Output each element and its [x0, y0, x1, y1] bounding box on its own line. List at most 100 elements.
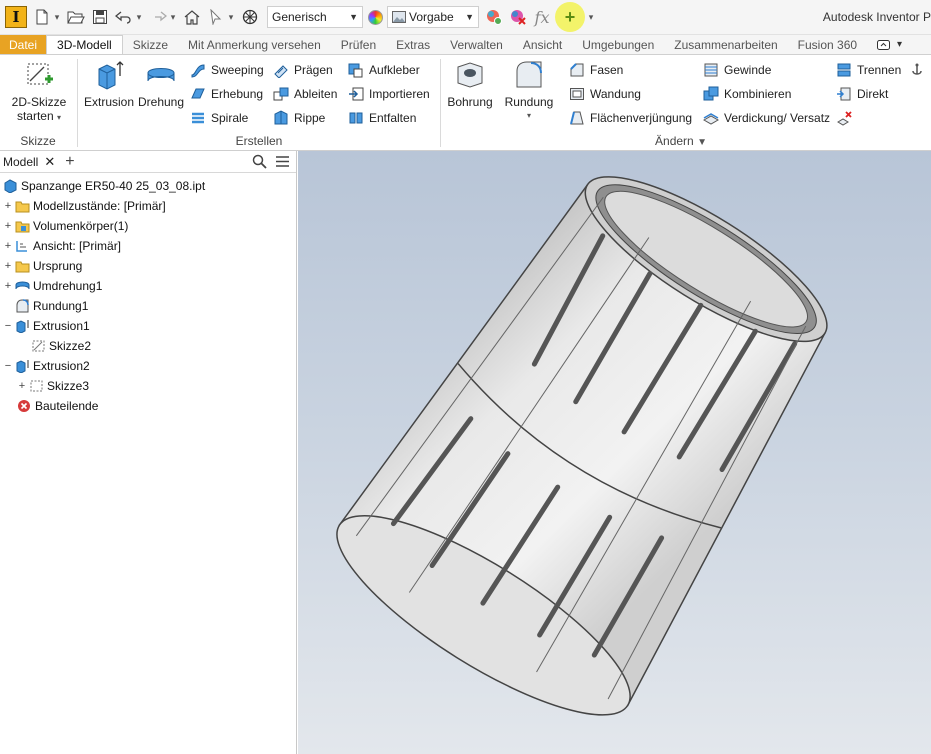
tree-item-label: Skizze2 — [49, 339, 92, 353]
tree-item-ansicht[interactable]: + Ansicht: [Primär] — [3, 236, 121, 256]
search-icon[interactable] — [252, 154, 267, 169]
flaechenverjuengung-button[interactable]: Flächenverjüngung — [569, 108, 692, 128]
ableiten-button[interactable]: Ableiten — [273, 84, 337, 104]
new-dropdown-icon[interactable]: ▾ — [53, 7, 61, 27]
clear-appearance-icon[interactable] — [509, 7, 527, 27]
add-custom-command-icon[interactable]: + — [555, 2, 585, 32]
add-browser-tab-icon[interactable]: + — [65, 153, 74, 171]
tab-ansicht[interactable]: Ansicht — [513, 35, 572, 54]
undo-icon[interactable] — [115, 7, 133, 27]
kombinieren-button[interactable]: Kombinieren — [703, 84, 791, 104]
wandung-button[interactable]: Wandung — [569, 84, 641, 104]
entfalten-button[interactable]: Entfalten — [348, 108, 416, 128]
tree-item-skizze2[interactable]: Skizze2 — [31, 336, 91, 356]
tree-item-ursprung[interactable]: + Ursprung — [3, 256, 83, 276]
erhebung-button[interactable]: Erhebung — [190, 84, 263, 104]
tab-datei[interactable]: Datei — [0, 35, 47, 54]
end-of-part-icon — [18, 400, 30, 412]
trennen-button[interactable]: Trennen — [836, 60, 901, 80]
tree-item-rundung1[interactable]: Rundung1 — [15, 296, 88, 316]
tree-item-umdrehung1[interactable]: + Umdrehung1 — [3, 276, 103, 296]
tree-item-volumenkoerper[interactable]: + Volumenkörper(1) — [3, 216, 129, 236]
tab-fusion-360[interactable]: Fusion 360 — [788, 35, 867, 54]
color-override-icon[interactable] — [368, 9, 383, 25]
tree-item-part[interactable]: Spanzange ER50-40 25_03_08.ipt — [3, 176, 205, 196]
tab-umgebungen[interactable]: Umgebungen — [572, 35, 664, 54]
tab-pruefen[interactable]: Prüfen — [331, 35, 386, 54]
drehung-button[interactable]: Drehung — [136, 59, 186, 109]
unfold-extra-button[interactable] — [909, 60, 930, 80]
new-file-icon[interactable] — [33, 7, 51, 27]
tab-mit-anmerkung-versehen[interactable]: Mit Anmerkung versehen — [178, 35, 331, 54]
adjust-appearance-icon[interactable] — [485, 7, 503, 27]
expand-plus-icon[interactable]: + — [3, 280, 13, 292]
fillet-icon — [516, 61, 542, 88]
undo-dropdown-icon[interactable]: ▾ — [135, 7, 143, 27]
tab-zusammenarbeiten[interactable]: Zusammenarbeiten — [664, 35, 787, 54]
folder-icon — [15, 261, 30, 273]
combine-icon — [703, 86, 719, 101]
save-icon[interactable] — [91, 7, 109, 27]
tab-3d-modell[interactable]: 3D-Modell — [46, 35, 123, 54]
tree-item-extrusion1[interactable]: − Extrusion1 — [3, 316, 90, 336]
expand-plus-icon[interactable]: + — [3, 240, 13, 252]
expand-plus-icon[interactable]: + — [17, 380, 27, 392]
graphics-viewport[interactable] — [298, 151, 931, 754]
tab-skizze[interactable]: Skizze — [123, 35, 178, 54]
importieren-label: Importieren — [369, 87, 430, 101]
menu-icon[interactable] — [275, 155, 290, 168]
home-icon[interactable] — [183, 7, 201, 27]
fasen-label: Fasen — [590, 63, 624, 77]
collet-3d-model[interactable] — [298, 151, 931, 754]
app-logo[interactable]: I — [5, 6, 27, 28]
direkt-button[interactable]: Direkt — [836, 84, 888, 104]
tree-item-modellzustaende[interactable]: + Modellzustände: [Primär] — [3, 196, 166, 216]
sketch-feature-icon — [32, 340, 45, 352]
select-dropdown-icon[interactable]: ▾ — [227, 7, 235, 27]
material-select[interactable]: Vorgabe ▼ — [387, 6, 479, 28]
expand-plus-icon[interactable]: + — [3, 220, 13, 232]
collapse-minus-icon[interactable]: − — [3, 360, 13, 372]
select-cursor-icon[interactable] — [207, 7, 225, 27]
material-browser-icon[interactable] — [241, 7, 259, 27]
fasen-button[interactable]: Fasen — [569, 60, 623, 80]
open-folder-icon[interactable] — [67, 7, 85, 27]
revolve-feature-icon — [15, 281, 30, 290]
appearance-select[interactable]: Generisch ▼ — [267, 6, 363, 28]
rundung-label: Rundung — [504, 95, 554, 109]
praegen-button[interactable]: Prägen — [273, 60, 333, 80]
expand-plus-icon[interactable]: + — [3, 200, 13, 212]
importieren-button[interactable]: Importieren — [348, 84, 430, 104]
extrusion-button[interactable]: Extrusion — [82, 59, 136, 109]
tree-item-bauteilende[interactable]: Bauteilende — [17, 396, 98, 416]
rippe-button[interactable]: Rippe — [273, 108, 325, 128]
customize-qat-dropdown-icon[interactable]: ▾ — [587, 7, 595, 27]
tab-extras[interactable]: Extras — [386, 35, 440, 54]
gewinde-button[interactable]: Gewinde — [703, 60, 771, 80]
ableiten-label: Ableiten — [294, 87, 338, 101]
tree-item-label: Ansicht: [Primär] — [33, 239, 122, 253]
start-2d-sketch-button[interactable]: 2D-Skizze starten ▾ — [8, 59, 70, 125]
group-erstellen: Extrusion Drehung Sweeping Erhebung Spir… — [78, 55, 440, 151]
tree-item-extrusion2[interactable]: − Extrusion2 — [3, 356, 90, 376]
tree-item-skizze3[interactable]: + Skizze3 — [17, 376, 89, 396]
aufkleber-button[interactable]: Aufkleber — [348, 60, 420, 80]
spirale-button[interactable]: Spirale — [190, 108, 248, 128]
parameters-fx-icon[interactable]: fx — [533, 7, 551, 27]
bohrung-button[interactable]: Bohrung — [443, 59, 497, 109]
verdickung-versatz-button[interactable]: Verdickung/ Versatz — [703, 108, 830, 128]
delete-face-button[interactable] — [836, 108, 857, 128]
image-icon — [392, 11, 406, 23]
close-icon[interactable]: ✕ — [44, 154, 55, 170]
group-label-aendern[interactable]: Ändern ▼ — [501, 134, 861, 148]
ribbon-display-toggle-icon[interactable]: ▾ — [877, 35, 902, 54]
redo-dropdown-icon[interactable]: ▾ — [169, 7, 177, 27]
tab-verwalten[interactable]: Verwalten — [440, 35, 513, 54]
start-sketch-label-1: 2D-Skizze — [11, 95, 67, 109]
expand-plus-icon[interactable]: + — [3, 260, 13, 272]
collapse-minus-icon[interactable]: − — [3, 320, 13, 332]
rundung-button[interactable]: Rundung ▾ — [501, 59, 557, 123]
sweeping-button[interactable]: Sweeping — [190, 60, 264, 80]
redo-icon[interactable] — [149, 7, 167, 27]
browser-tab-modell[interactable]: Modell — [3, 155, 38, 169]
